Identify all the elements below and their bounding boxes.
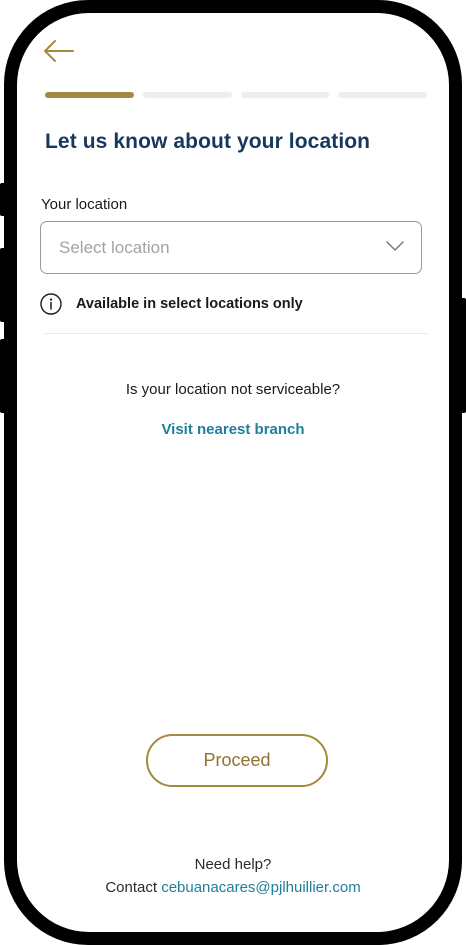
contact-prefix: Contact — [105, 879, 158, 896]
back-button[interactable] — [41, 37, 77, 65]
phone-frame: Let us know about your location Your loc… — [4, 0, 462, 945]
progress-step-2 — [142, 92, 232, 98]
progress-step-1 — [45, 92, 134, 98]
divider — [43, 333, 429, 334]
help-heading: Need help? — [194, 856, 272, 873]
arrow-left-icon — [44, 40, 74, 62]
availability-note-text: Available in select locations only — [76, 296, 303, 312]
progress-step-4 — [338, 92, 427, 98]
not-serviceable-question: Is your location not serviceable? — [125, 381, 341, 398]
availability-note: Available in select locations only — [40, 293, 303, 315]
contact-email-link[interactable]: cebuanacares@pjlhuillier.com — [161, 879, 361, 896]
device-stage: Let us know about your location Your loc… — [0, 0, 466, 945]
location-select[interactable]: Select location — [40, 221, 422, 274]
location-field-label: Your location — [41, 196, 128, 213]
visit-nearest-branch-link[interactable]: Visit nearest branch — [17, 421, 449, 438]
app-screen: Let us know about your location Your loc… — [17, 13, 449, 932]
chevron-down-icon — [386, 241, 404, 251]
contact-line: Contact cebuanacares@pjlhuillier.com — [17, 879, 449, 896]
step-progress — [45, 92, 427, 98]
page-title: Let us know about your location — [45, 130, 371, 153]
progress-step-3 — [240, 92, 330, 98]
proceed-button[interactable]: Proceed — [146, 734, 328, 787]
info-circle-icon — [40, 293, 62, 315]
location-select-placeholder: Select location — [59, 238, 170, 257]
